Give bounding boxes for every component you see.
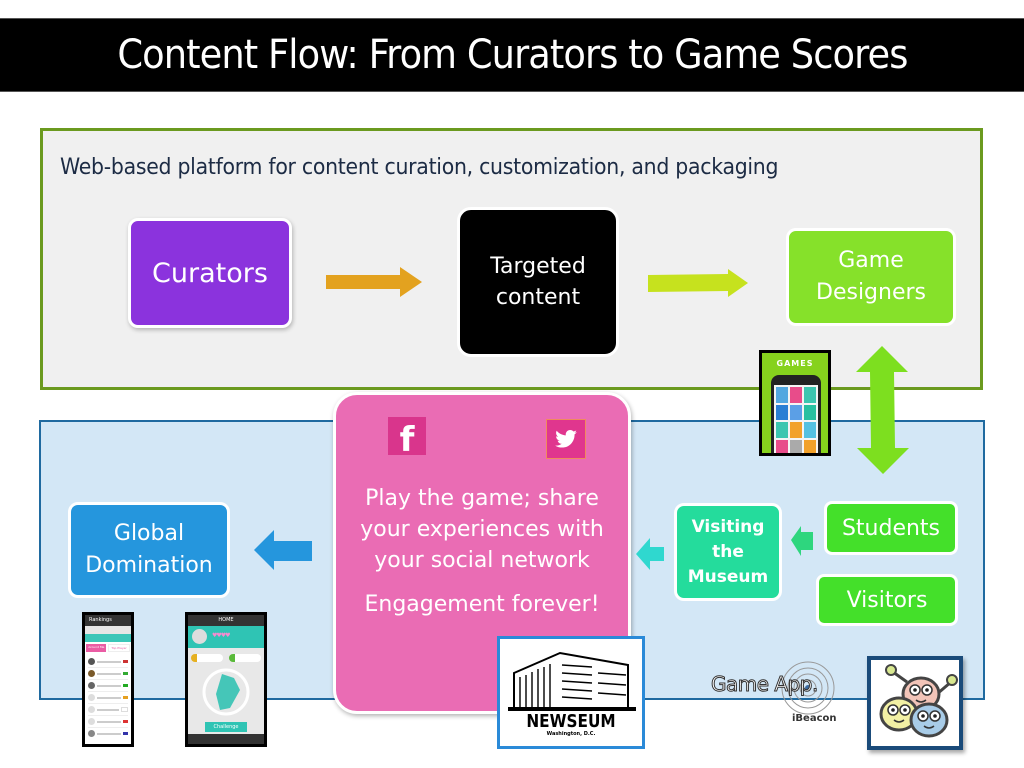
app-grid	[774, 385, 818, 453]
arrow-content-to-designers	[648, 269, 748, 297]
arrow-to-global-domination	[254, 530, 312, 570]
museum-label-line2: the	[712, 541, 744, 562]
arrow-shape	[254, 530, 312, 570]
games-phone-label: GAMES	[776, 359, 814, 368]
arrow-to-engagement	[636, 538, 664, 570]
hearts-icon: ♥♥♥♥	[212, 632, 230, 639]
twitter-icon[interactable]	[546, 419, 586, 459]
home-app-screenshot: HOME ♥♥♥♥ Challenge	[185, 612, 267, 747]
rankings-list	[85, 654, 131, 741]
rankings-header: Rankings	[85, 615, 131, 626]
game-app-label: Game App.	[711, 672, 819, 697]
curators-label: Curators	[152, 257, 268, 289]
visitors-label: Visitors	[846, 587, 928, 613]
curators-node: Curators	[128, 218, 292, 328]
arrow-shape	[856, 346, 909, 474]
newseum-image: NEWSEUM Washington, D.C.	[497, 636, 645, 749]
arrow-shape	[326, 267, 422, 297]
engagement-line3: your social network	[374, 548, 590, 573]
targeted-label-line1: Targeted	[490, 254, 586, 279]
museum-label-line3: Museum	[687, 566, 769, 587]
global-domination-node: Global Domination	[68, 502, 230, 598]
visiting-museum-node: Visiting the Museum	[674, 503, 782, 601]
rankings-app-screenshot: Rankings Around Me Top Player	[82, 612, 134, 747]
engagement-line2: your experiences with	[360, 517, 604, 542]
home-nav-bar	[188, 734, 264, 744]
arrow-shape	[636, 538, 664, 570]
home-profile-bar: ♥♥♥♥	[188, 626, 264, 648]
game-mascot-image	[867, 656, 963, 750]
rankings-filter: Around Me Top Player	[85, 644, 131, 652]
engagement-line1: Play the game; share	[365, 486, 599, 511]
radar-chart	[202, 668, 250, 716]
double-arrow-designers-students	[856, 346, 909, 474]
radar-shape	[216, 674, 240, 710]
arrow-shape	[791, 526, 813, 556]
home-header: HOME	[188, 615, 264, 626]
arrow-curators-to-content	[326, 267, 422, 297]
rankings-tabs	[85, 634, 131, 642]
game-designers-node: Game Designers	[786, 228, 956, 326]
newseum-building-icon	[508, 651, 636, 711]
profile-avatar	[192, 629, 207, 644]
challenge-button: Challenge	[205, 722, 247, 732]
games-app-screenshot: GAMES	[759, 350, 831, 456]
museum-label-line1: Visiting	[691, 516, 765, 537]
top-player-button: Top Player	[108, 644, 130, 652]
phone-device	[771, 375, 821, 453]
global-label-line2: Domination	[85, 553, 213, 578]
facebook-icon[interactable]: f	[388, 417, 426, 460]
designers-label-line1: Game	[838, 248, 904, 273]
arrow-shape	[648, 269, 748, 297]
platform-subtitle: Web-based platform for content curation,…	[60, 155, 779, 180]
slide-title: Content Flow: From Curators to Game Scor…	[116, 32, 908, 78]
around-me-button: Around Me	[86, 644, 107, 652]
engagement-line4: Engagement forever!	[364, 592, 600, 617]
students-node: Students	[824, 501, 958, 555]
rankings-toolbar	[85, 626, 131, 634]
arrow-to-museum	[791, 526, 813, 556]
title-bar: Content Flow: From Curators to Game Scor…	[0, 18, 1024, 92]
visitors-node: Visitors	[816, 574, 958, 626]
targeted-content-node: Targeted content	[457, 207, 619, 357]
newseum-name: NEWSEUM	[526, 711, 616, 732]
global-label-line1: Global	[113, 521, 185, 546]
ibeacon-label: iBeacon	[792, 713, 837, 724]
mascot-characters-icon	[879, 664, 958, 738]
home-stats	[188, 654, 264, 662]
designers-label-line2: Designers	[816, 280, 926, 305]
targeted-label-line2: content	[495, 285, 581, 310]
students-label: Students	[841, 515, 941, 541]
